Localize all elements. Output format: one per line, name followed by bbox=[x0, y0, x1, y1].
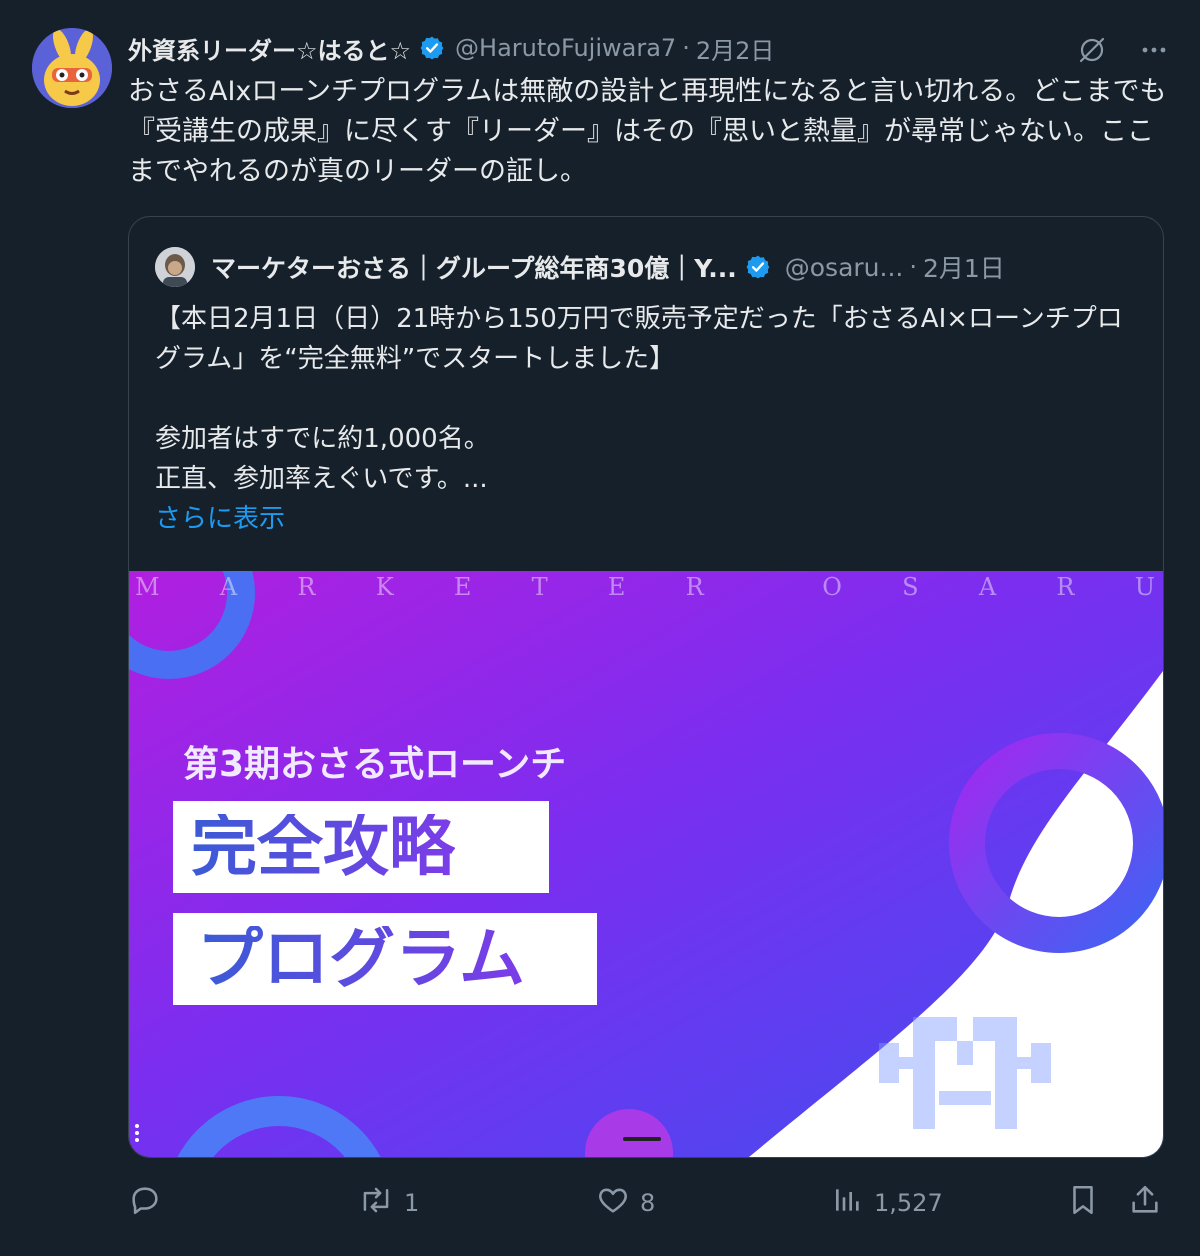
tweet-card[interactable]: 外資系リーダー☆はると☆ @HarutoFujiwara7 · 2月2日 おさる bbox=[0, 0, 1200, 1256]
watermark-letter: M bbox=[135, 573, 162, 601]
watermark-letter: A bbox=[978, 573, 999, 601]
show-more-link[interactable]: さらに表示 bbox=[155, 499, 285, 539]
promo-title-box: 完全攻略 bbox=[173, 801, 549, 893]
separator-dot: · bbox=[909, 253, 917, 281]
watermark-text: M A R K E T E R O S A R U bbox=[129, 573, 1163, 601]
quoted-text: 【本日2月1日（日）21時から150万円で販売予定だった「おさるAI×ローンチプ… bbox=[155, 304, 1123, 494]
views-count: 1,527 bbox=[874, 1189, 943, 1217]
like-count: 8 bbox=[640, 1189, 656, 1217]
tweet-header: 外資系リーダー☆はると☆ @HarutoFujiwara7 · 2月2日 bbox=[128, 28, 774, 68]
author-handle[interactable]: @HarutoFujiwara7 bbox=[455, 34, 676, 62]
more-options-icon[interactable] bbox=[1136, 32, 1172, 68]
promo-title-line2: プログラム bbox=[197, 920, 526, 997]
watermark-letter: R bbox=[1056, 573, 1077, 601]
watermark-letter: O bbox=[822, 573, 844, 601]
quoted-verified-badge-icon bbox=[745, 254, 771, 280]
watermark-letter: R bbox=[685, 573, 706, 601]
quoted-author-avatar[interactable] bbox=[155, 247, 195, 287]
quoted-date[interactable]: 2月1日 bbox=[923, 249, 1005, 285]
author-display-name[interactable]: 外資系リーダー☆はると☆ bbox=[128, 31, 411, 66]
tweet-text: おさるAIxローンチプログラムは無敵の設計と再現性になると言い切れる。どこまでも… bbox=[128, 76, 1167, 187]
verified-badge-icon bbox=[419, 35, 445, 61]
bookmark-icon bbox=[1066, 1183, 1100, 1223]
grok-icon[interactable] bbox=[1074, 32, 1110, 68]
watermark-letter: S bbox=[902, 573, 921, 601]
watermark-letter: K bbox=[375, 573, 396, 601]
separator-dot: · bbox=[682, 34, 690, 62]
quoted-author-display-name[interactable]: マーケターおさる｜グループ総年商30億｜Y... bbox=[211, 249, 737, 285]
watermark-letter: T bbox=[531, 573, 550, 601]
retweet-icon bbox=[358, 1183, 394, 1223]
retweet-button[interactable]: 1 bbox=[358, 1178, 419, 1228]
heart-icon bbox=[596, 1183, 630, 1223]
promo-title-box: プログラム bbox=[173, 913, 597, 1005]
watermark-letter: R bbox=[297, 573, 318, 601]
retweet-count: 1 bbox=[404, 1189, 420, 1217]
tweet-actions: 1 8 1,527 bbox=[128, 1178, 1168, 1228]
reply-icon bbox=[128, 1183, 162, 1223]
watermark-letter: E bbox=[607, 573, 628, 601]
author-avatar[interactable] bbox=[32, 28, 112, 108]
share-icon bbox=[1128, 1183, 1162, 1223]
watermark-letter: A bbox=[219, 573, 240, 601]
reply-button[interactable] bbox=[128, 1178, 162, 1228]
watermark-letter: U bbox=[1134, 573, 1157, 601]
promo-subtitle: 第3期おさる式ローンチ bbox=[183, 744, 567, 785]
top-actions bbox=[1074, 32, 1172, 68]
views-icon bbox=[832, 1183, 864, 1223]
promo-title-line1: 完全攻略 bbox=[191, 808, 455, 885]
like-button[interactable]: 8 bbox=[596, 1178, 655, 1228]
quoted-author-handle[interactable]: @osaru... bbox=[785, 253, 904, 282]
quoted-tweet[interactable]: マーケターおさる｜グループ総年商30億｜Y... @osaru... · 2月1… bbox=[128, 216, 1164, 1158]
bookmark-button[interactable] bbox=[1066, 1178, 1100, 1228]
share-button[interactable] bbox=[1128, 1178, 1162, 1228]
tweet-date[interactable]: 2月2日 bbox=[696, 31, 775, 66]
watermark-letter: E bbox=[453, 573, 474, 601]
quoted-header: マーケターおさる｜グループ総年商30億｜Y... @osaru... · 2月1… bbox=[155, 247, 1005, 287]
media-drag-icon[interactable] bbox=[135, 1121, 143, 1145]
quoted-media-image[interactable]: M A R K E T E R O S A R U 第3期おさる式ローンチ 完全… bbox=[129, 571, 1163, 1157]
media-handle[interactable] bbox=[623, 1137, 661, 1141]
views-button[interactable]: 1,527 bbox=[832, 1178, 943, 1228]
